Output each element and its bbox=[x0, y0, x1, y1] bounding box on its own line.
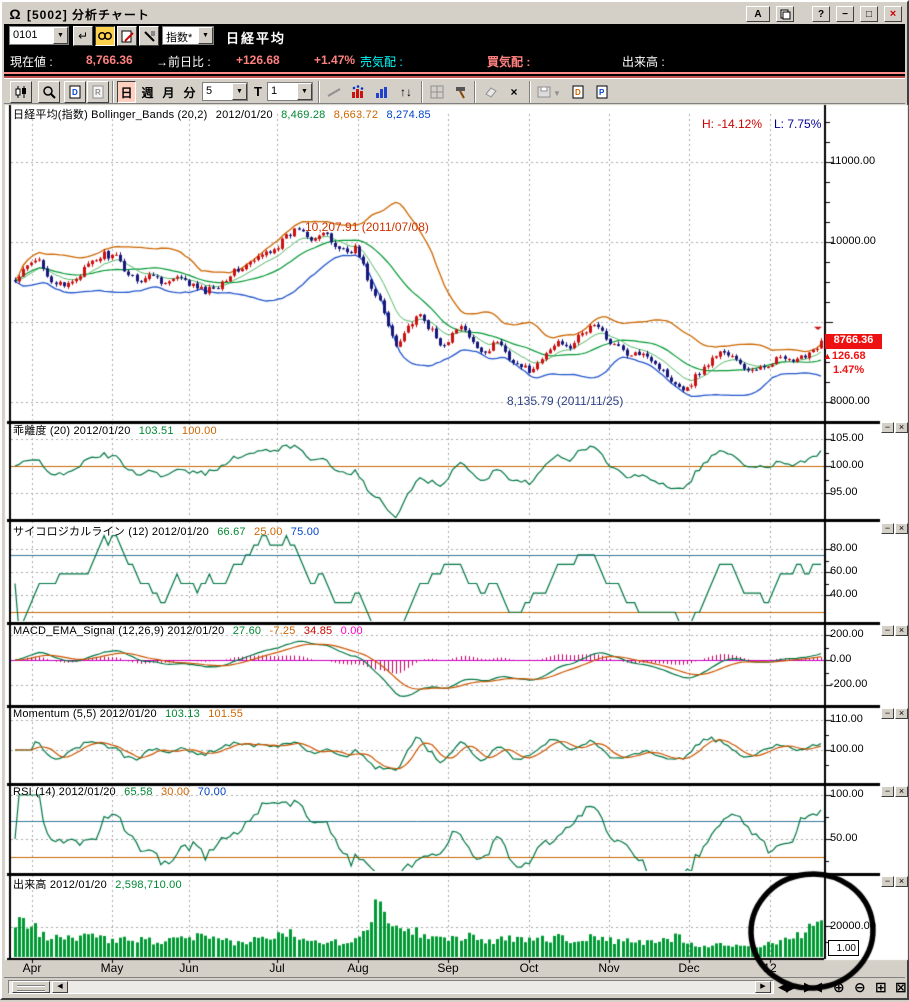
panel-minimize-button[interactable]: − bbox=[881, 786, 894, 797]
momentum-value: 103.13 bbox=[165, 708, 200, 720]
volume-value: 2,598,710.00 bbox=[115, 879, 182, 891]
volume-title: 出来高 2012/01/20 bbox=[13, 879, 107, 891]
macd-title: MACD_EMA_Signal (12,26,9) 2012/01/20 bbox=[13, 625, 224, 637]
panel-close-button[interactable]: × bbox=[895, 625, 908, 636]
price-change-label: ▲126.68 bbox=[823, 350, 866, 362]
x-axis-label: Aug bbox=[338, 961, 378, 975]
panel-minimize-button[interactable]: − bbox=[881, 523, 894, 534]
deviation-header: 乖離度 (20) 2012/01/20 103.51 100.00 bbox=[13, 422, 217, 438]
zoom-out-button[interactable]: ⊖ bbox=[854, 979, 866, 996]
current-price-box: 8766.36 bbox=[825, 334, 882, 349]
panel-minimize-button[interactable]: − bbox=[881, 422, 894, 433]
panel-close-button[interactable]: × bbox=[895, 708, 908, 719]
panel-minimize-button[interactable]: − bbox=[881, 708, 894, 719]
momentum-smooth-value: 101.55 bbox=[208, 708, 243, 720]
momentum-title: Momentum (5,5) 2012/01/20 bbox=[13, 708, 157, 720]
x-axis-label: May bbox=[92, 961, 132, 975]
high-annotation: 10,207.91 (2011/07/08) bbox=[305, 220, 429, 234]
panel-minimize-button[interactable]: − bbox=[881, 625, 894, 636]
deviation-ref: 100.00 bbox=[182, 425, 217, 437]
macd-signal-value: 0.00 bbox=[341, 625, 363, 637]
rsi-header: RSI (14) 2012/01/20 65.58 30.00 70.00 bbox=[13, 786, 226, 798]
y-axis-label: 10000.00 bbox=[830, 235, 876, 247]
volume-header: 出来高 2012/01/20 2,598,710.00 bbox=[13, 876, 182, 892]
bollinger-lower-value: 8,274.85 bbox=[386, 109, 430, 121]
panel-close-button[interactable]: × bbox=[895, 523, 908, 534]
macd-ema-value: 34.85 bbox=[304, 625, 333, 637]
psych-header: サイコロジカルライン (12) 2012/01/20 66.67 25.00 7… bbox=[13, 523, 319, 539]
y-axis-label: 8000.00 bbox=[830, 395, 870, 407]
x-axis-label: 12 bbox=[750, 961, 790, 975]
volume-axis-box: 1.00 bbox=[828, 940, 859, 956]
main-chart-date: 2012/01/20 bbox=[216, 109, 273, 121]
bollinger-mid-value: 8,469.28 bbox=[281, 109, 325, 121]
price-pct-label: 1.47% bbox=[833, 364, 864, 376]
rsi-high-ref: 70.00 bbox=[198, 786, 227, 798]
rsi-value: 65.58 bbox=[124, 786, 153, 798]
x-axis-label: Sep bbox=[428, 961, 468, 975]
zoom-in-button[interactable]: ⊕ bbox=[833, 979, 845, 996]
grid-window-button[interactable]: ⊞ bbox=[875, 979, 887, 996]
scroll-right-button[interactable]: ▶ bbox=[755, 981, 771, 993]
psych-high-ref: 75.00 bbox=[291, 526, 320, 538]
y-axis-label: 110.00 bbox=[830, 713, 863, 725]
x-axis-label: Jul bbox=[257, 961, 297, 975]
y-axis-label: 105.00 bbox=[830, 432, 864, 444]
y-axis-label: 50.00 bbox=[830, 832, 858, 844]
panel-minimize-button[interactable]: − bbox=[881, 876, 894, 887]
low-pct-label: L: 7.75% bbox=[774, 117, 821, 131]
nav-end-button[interactable]: ▶◀ bbox=[804, 979, 820, 995]
x-axis-label: Dec bbox=[669, 961, 709, 975]
low-annotation: 8,135.79 (2011/11/25) bbox=[507, 394, 623, 408]
y-axis-label: 80.00 bbox=[830, 542, 858, 554]
x-axis-label: Jun bbox=[169, 961, 209, 975]
main-chart-title: 日経平均(指数) Bollinger_Bands (20,2) bbox=[13, 109, 207, 121]
deviation-title: 乖離度 (20) 2012/01/20 bbox=[13, 425, 131, 437]
scrollbar-track[interactable] bbox=[8, 980, 774, 994]
panel-close-button[interactable]: × bbox=[895, 422, 908, 433]
y-axis-label: 20000.00 bbox=[830, 920, 876, 932]
psych-low-ref: 25.00 bbox=[254, 526, 283, 538]
y-axis-label: 40.00 bbox=[830, 588, 858, 600]
momentum-header: Momentum (5,5) 2012/01/20 103.13 101.55 bbox=[13, 708, 243, 720]
y-axis-label: 100.00 bbox=[830, 788, 864, 800]
x-axis-label: Apr bbox=[12, 961, 52, 975]
deviation-value: 103.51 bbox=[139, 425, 174, 437]
chart-canvas[interactable] bbox=[2, 2, 909, 1002]
high-pct-label: H: -14.12% bbox=[702, 117, 762, 131]
panel-close-button[interactable]: × bbox=[895, 876, 908, 887]
panel-close-button[interactable]: × bbox=[895, 786, 908, 797]
y-axis-label: 100.00 bbox=[830, 743, 864, 755]
bollinger-upper-value: 8,663.72 bbox=[334, 109, 378, 121]
scrollbar-grip[interactable] bbox=[12, 981, 50, 993]
close-window-button[interactable]: ⊠ bbox=[895, 979, 907, 996]
x-axis-label: Oct bbox=[509, 961, 549, 975]
nav-prev-button[interactable]: ◀▶ bbox=[778, 979, 794, 995]
x-axis-label: Nov bbox=[589, 961, 629, 975]
y-axis-label: 100.00 bbox=[830, 459, 864, 471]
rsi-title: RSI (14) 2012/01/20 bbox=[13, 786, 116, 798]
y-axis-label: 95.00 bbox=[830, 486, 858, 498]
y-axis-label: 0.00 bbox=[830, 653, 851, 665]
rsi-low-ref: 30.00 bbox=[161, 786, 190, 798]
psych-title: サイコロジカルライン (12) 2012/01/20 bbox=[13, 526, 209, 538]
horizontal-scrollbar[interactable]: ◀ ▶ ◀▶ ▶◀ ⊕ ⊖ ⊞ ⊠ bbox=[4, 977, 905, 995]
scroll-left-button[interactable]: ◀ bbox=[52, 981, 68, 993]
main-chart-header: 日経平均(指数) Bollinger_Bands (20,2) 2012/01/… bbox=[13, 106, 431, 122]
psych-value: 66.67 bbox=[217, 526, 246, 538]
y-axis-label: -200.00 bbox=[830, 678, 867, 690]
y-axis-label: 60.00 bbox=[830, 565, 858, 577]
y-axis-label: 11000.00 bbox=[830, 155, 875, 167]
macd-value: 27.60 bbox=[233, 625, 262, 637]
y-axis-label: 200.00 bbox=[830, 628, 864, 640]
app-window: Ω [5002] 分析チャート A ? − □ × 0101 ▼ ↵ 指数* ▼ bbox=[0, 0, 909, 1000]
macd-osc-value: -7.25 bbox=[270, 625, 296, 637]
macd-header: MACD_EMA_Signal (12,26,9) 2012/01/20 27.… bbox=[13, 625, 363, 637]
up-triangle-icon: ▲ bbox=[823, 351, 832, 361]
